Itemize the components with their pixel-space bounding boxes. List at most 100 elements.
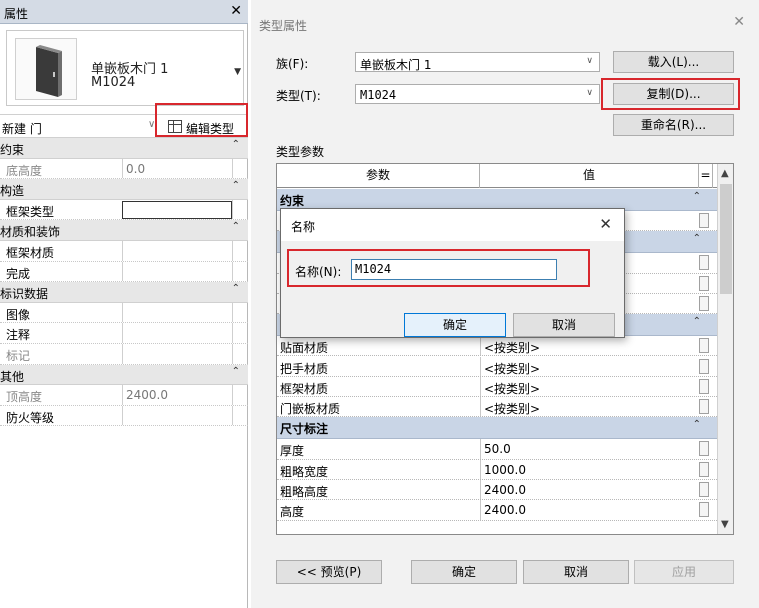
- parameter-extra-cell: [232, 199, 248, 220]
- collapse-icon[interactable]: ⌃: [693, 316, 701, 327]
- close-icon[interactable]: ✕: [599, 215, 612, 233]
- type-name-line2: M1024: [91, 75, 136, 90]
- collapse-icon[interactable]: ⌃: [232, 180, 240, 191]
- parameter-row: 贴面材质 <按类别>: [277, 336, 717, 357]
- type-select[interactable]: M1024 ∨: [355, 84, 600, 104]
- collapse-icon[interactable]: ⌃: [693, 233, 701, 244]
- grid-scrollbar[interactable]: ▲ ▼: [717, 164, 733, 534]
- parameter-value[interactable]: <按类别>: [480, 336, 699, 356]
- parameter-value[interactable]: 2400.0: [122, 385, 232, 405]
- parameter-row: 顶高度 2400.0: [0, 385, 248, 406]
- formula-button[interactable]: [699, 502, 709, 518]
- formula-button[interactable]: [699, 295, 709, 311]
- parameter-name: 框架材质: [6, 245, 55, 260]
- parameter-name: 框架类型: [6, 204, 55, 219]
- parameter-row: 标记: [0, 343, 248, 365]
- formula-button[interactable]: [699, 461, 709, 477]
- parameter-value[interactable]: <按类别>: [480, 376, 699, 397]
- family-label: 族(F):: [276, 57, 309, 71]
- collapse-icon[interactable]: ⌃: [693, 191, 701, 202]
- parameter-name: 把手材质: [280, 361, 329, 376]
- parameter-row: 框架类型: [0, 199, 248, 221]
- type-label: 类型(T):: [276, 89, 321, 103]
- parameter-value[interactable]: 0.0: [122, 158, 232, 179]
- parameter-name: 贴面材质: [280, 341, 329, 356]
- scroll-down-icon[interactable]: ▼: [721, 519, 729, 530]
- category-row[interactable]: 约束 ⌃: [0, 138, 248, 159]
- dialog-title: 类型属性: [259, 19, 308, 33]
- parameter-row: 粗略高度 2400.0: [277, 480, 717, 501]
- name-cancel-button[interactable]: 取消: [513, 313, 615, 337]
- collapse-icon[interactable]: ⌃: [693, 419, 701, 430]
- scroll-up-icon[interactable]: ▲: [721, 168, 729, 179]
- type-selector[interactable]: 单嵌板木门 1 M1024 ▼: [6, 30, 244, 106]
- formula-button[interactable]: [699, 358, 709, 374]
- parameter-value[interactable]: 2400.0: [480, 480, 699, 500]
- parameter-value[interactable]: [122, 323, 232, 343]
- formula-button[interactable]: [699, 441, 709, 457]
- category-label: 其他: [0, 369, 25, 384]
- category-row[interactable]: 标识数据 ⌃: [0, 282, 248, 303]
- collapse-icon[interactable]: ⌃: [232, 221, 240, 232]
- parameter-name: 框架材质: [280, 381, 329, 396]
- category-row[interactable]: 其他 ⌃: [0, 364, 248, 386]
- formula-button[interactable]: [699, 378, 709, 394]
- scrollbar-thumb[interactable]: [720, 184, 732, 294]
- load-button[interactable]: 载入(L)...: [613, 51, 734, 73]
- category-row[interactable]: 尺寸标注 ⌃: [277, 417, 717, 440]
- parameter-value[interactable]: [122, 343, 232, 364]
- parameter-name: 图像: [6, 307, 31, 322]
- parameter-value[interactable]: [122, 302, 232, 323]
- parameter-name: 注释: [6, 328, 31, 343]
- name-dialog-body: 名称(N): M1024 确定 取消: [281, 241, 624, 337]
- parameter-row: 把手材质 <按类别>: [277, 356, 717, 377]
- rename-button[interactable]: 重命名(R)...: [613, 114, 734, 136]
- instance-filter-label[interactable]: 新建 门: [2, 120, 42, 137]
- parameter-extra-cell: [232, 385, 248, 405]
- parameter-value[interactable]: [122, 405, 232, 426]
- parameter-row: 厚度 50.0: [277, 439, 717, 460]
- preview-button[interactable]: << 预览(P): [276, 560, 382, 584]
- formula-button[interactable]: [699, 399, 709, 415]
- parameter-value[interactable]: 1000.0: [480, 459, 699, 479]
- properties-close-icon[interactable]: ✕: [230, 3, 242, 19]
- parameter-value[interactable]: [122, 200, 232, 219]
- parameter-name: 标记: [6, 348, 31, 363]
- parameter-name: 门嵌板材质: [280, 402, 341, 417]
- collapse-icon[interactable]: ⌃: [232, 139, 240, 150]
- parameter-value[interactable]: 2400.0: [480, 500, 699, 520]
- ok-button[interactable]: 确定: [411, 560, 517, 584]
- collapse-icon[interactable]: ⌃: [232, 283, 240, 294]
- parameter-row: 高度 2400.0: [277, 500, 717, 521]
- formula-button[interactable]: [699, 213, 709, 228]
- parameter-value[interactable]: 50.0: [480, 439, 699, 459]
- cancel-button[interactable]: 取消: [523, 560, 629, 584]
- apply-button[interactable]: 应用: [634, 560, 734, 584]
- formula-button[interactable]: [699, 255, 709, 271]
- parameter-extra-cell: [232, 158, 248, 179]
- collapse-icon[interactable]: ⌃: [232, 366, 240, 377]
- category-row[interactable]: 构造 ⌃: [0, 179, 248, 200]
- category-label: 约束: [0, 143, 25, 157]
- parameter-value[interactable]: <按类别>: [480, 356, 699, 376]
- formula-button[interactable]: [699, 482, 709, 497]
- parameter-value[interactable]: <按类别>: [480, 397, 699, 417]
- formula-button[interactable]: [699, 338, 709, 354]
- chevron-down-icon: ∨: [586, 56, 593, 66]
- category-row[interactable]: 材质和装饰 ⌃: [0, 220, 248, 241]
- parameter-name: 厚度: [280, 444, 305, 459]
- parameter-value[interactable]: [122, 261, 232, 282]
- parameter-value[interactable]: [122, 240, 232, 261]
- close-icon[interactable]: ✕: [733, 14, 745, 30]
- parameter-row: 框架材质 <按类别>: [277, 376, 717, 398]
- formula-button[interactable]: [699, 275, 709, 291]
- parameter-name: 顶高度: [6, 390, 43, 405]
- category-label: 材质和装饰: [0, 225, 61, 240]
- column-header-value: 值: [480, 164, 699, 188]
- edit-type-highlight: [155, 103, 248, 137]
- name-ok-button[interactable]: 确定: [404, 313, 506, 337]
- parameter-row: 粗略宽度 1000.0: [277, 459, 717, 480]
- family-select[interactable]: 单嵌板木门 1 ∨: [355, 52, 600, 72]
- properties-title: 属性: [4, 7, 29, 21]
- parameter-name: 高度: [280, 505, 305, 520]
